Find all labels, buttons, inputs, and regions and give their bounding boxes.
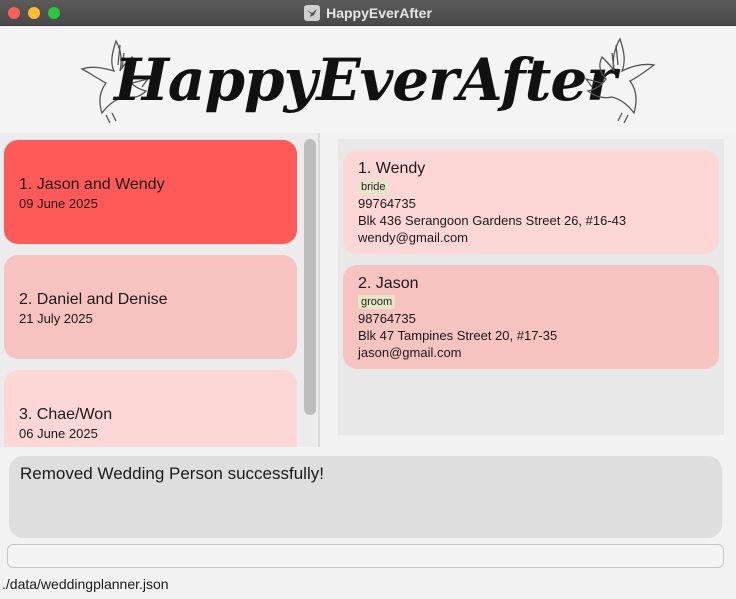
person-tag: bride (358, 180, 389, 194)
wedding-date: 06 June 2025 (19, 426, 98, 441)
app-logo-text: HappyEverAfter (114, 46, 617, 114)
person-name: 1. Wendy (358, 160, 426, 177)
wedding-title: 3. Chae/Won (19, 406, 113, 423)
person-address: Blk 47 Tampines Street 20, #17-35 (358, 328, 558, 343)
window-title-group: HappyEverAfter (0, 0, 736, 26)
person-tag: groom (358, 295, 396, 309)
command-input[interactable] (7, 544, 724, 568)
person-email: jason@gmail.com (358, 345, 462, 360)
wedding-date: 21 July 2025 (19, 311, 93, 326)
wedding-list-panel: 1. Jason and Wendy 09 June 2025 2. Danie… (0, 133, 320, 447)
wedding-card[interactable]: 1. Jason and Wendy 09 June 2025 (4, 140, 297, 244)
person-name: 2. Jason (358, 275, 419, 292)
wedding-title: 1. Jason and Wendy (19, 176, 165, 193)
result-display-area: Removed Wedding Person successfully! (0, 447, 736, 543)
wedding-list-scrollbar[interactable] (304, 137, 316, 443)
app-banner: HappyEverAfter (0, 27, 736, 133)
person-phone: 98764735 (358, 311, 416, 326)
person-card[interactable]: 2. Jason groom 98764735 Blk 47 Tampines … (343, 265, 719, 369)
person-email: wendy@gmail.com (358, 230, 469, 245)
wedding-title: 2. Daniel and Denise (19, 291, 168, 308)
wedding-card[interactable]: 2. Daniel and Denise 21 July 2025 (4, 255, 297, 359)
scrollbar-thumb[interactable] (304, 139, 316, 415)
person-address: Blk 436 Serangoon Gardens Street 26, #16… (358, 213, 627, 228)
wedding-date: 09 June 2025 (19, 196, 98, 211)
person-card[interactable]: 1. Wendy bride 99764735 Blk 436 Serangoo… (343, 150, 719, 254)
status-bar: ./data/weddingplanner.json (0, 572, 736, 599)
data-file-path: ./data/weddingplanner.json (2, 576, 169, 592)
window-title: HappyEverAfter (326, 5, 432, 21)
wedding-card[interactable]: 3. Chae/Won 06 June 2025 (4, 370, 297, 447)
window-titlebar: HappyEverAfter (0, 0, 736, 26)
person-list: 1. Wendy bride 99764735 Blk 436 Serangoo… (338, 139, 724, 435)
person-list-panel: 1. Wendy bride 99764735 Blk 436 Serangoo… (320, 133, 736, 447)
result-message: Removed Wedding Person successfully! (9, 456, 722, 538)
dove-right-icon (584, 37, 656, 124)
person-phone: 99764735 (358, 196, 416, 211)
app-icon (304, 5, 321, 21)
